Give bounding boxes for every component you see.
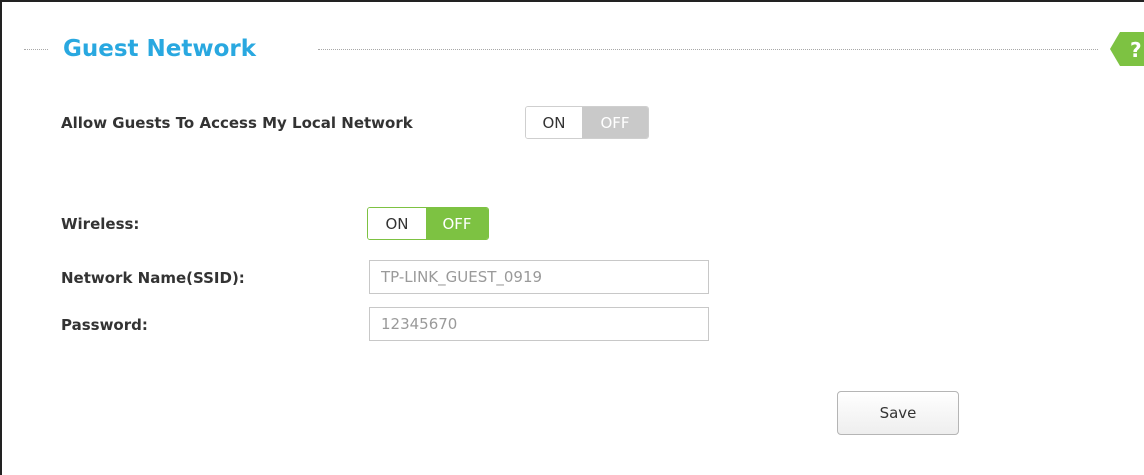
section-header: Guest Network ?	[2, 32, 1144, 68]
guest-access-toggle[interactable]: ON OFF	[525, 106, 649, 139]
page-title: Guest Network	[63, 36, 257, 62]
password-label: Password:	[61, 316, 148, 334]
wireless-label: Wireless:	[61, 215, 140, 233]
header-divider-right	[318, 49, 1098, 50]
guest-network-panel: Guest Network ? Allow Guests To Access M…	[0, 0, 1144, 475]
ssid-label: Network Name(SSID):	[61, 269, 245, 287]
password-field[interactable]	[369, 307, 709, 341]
ssid-field[interactable]	[369, 260, 709, 294]
guest-access-on-option[interactable]: ON	[526, 107, 582, 138]
wireless-toggle[interactable]: ON OFF	[367, 207, 489, 240]
help-button[interactable]: ?	[1108, 32, 1144, 66]
header-divider-left	[24, 49, 48, 50]
save-button[interactable]: Save	[837, 391, 959, 435]
help-icon-glyph: ?	[1130, 38, 1142, 62]
wireless-off-option[interactable]: OFF	[426, 208, 488, 239]
wireless-on-option[interactable]: ON	[368, 208, 426, 239]
guest-access-label: Allow Guests To Access My Local Network	[61, 114, 413, 132]
guest-access-off-option[interactable]: OFF	[582, 107, 648, 138]
help-icon: ?	[1110, 32, 1144, 66]
